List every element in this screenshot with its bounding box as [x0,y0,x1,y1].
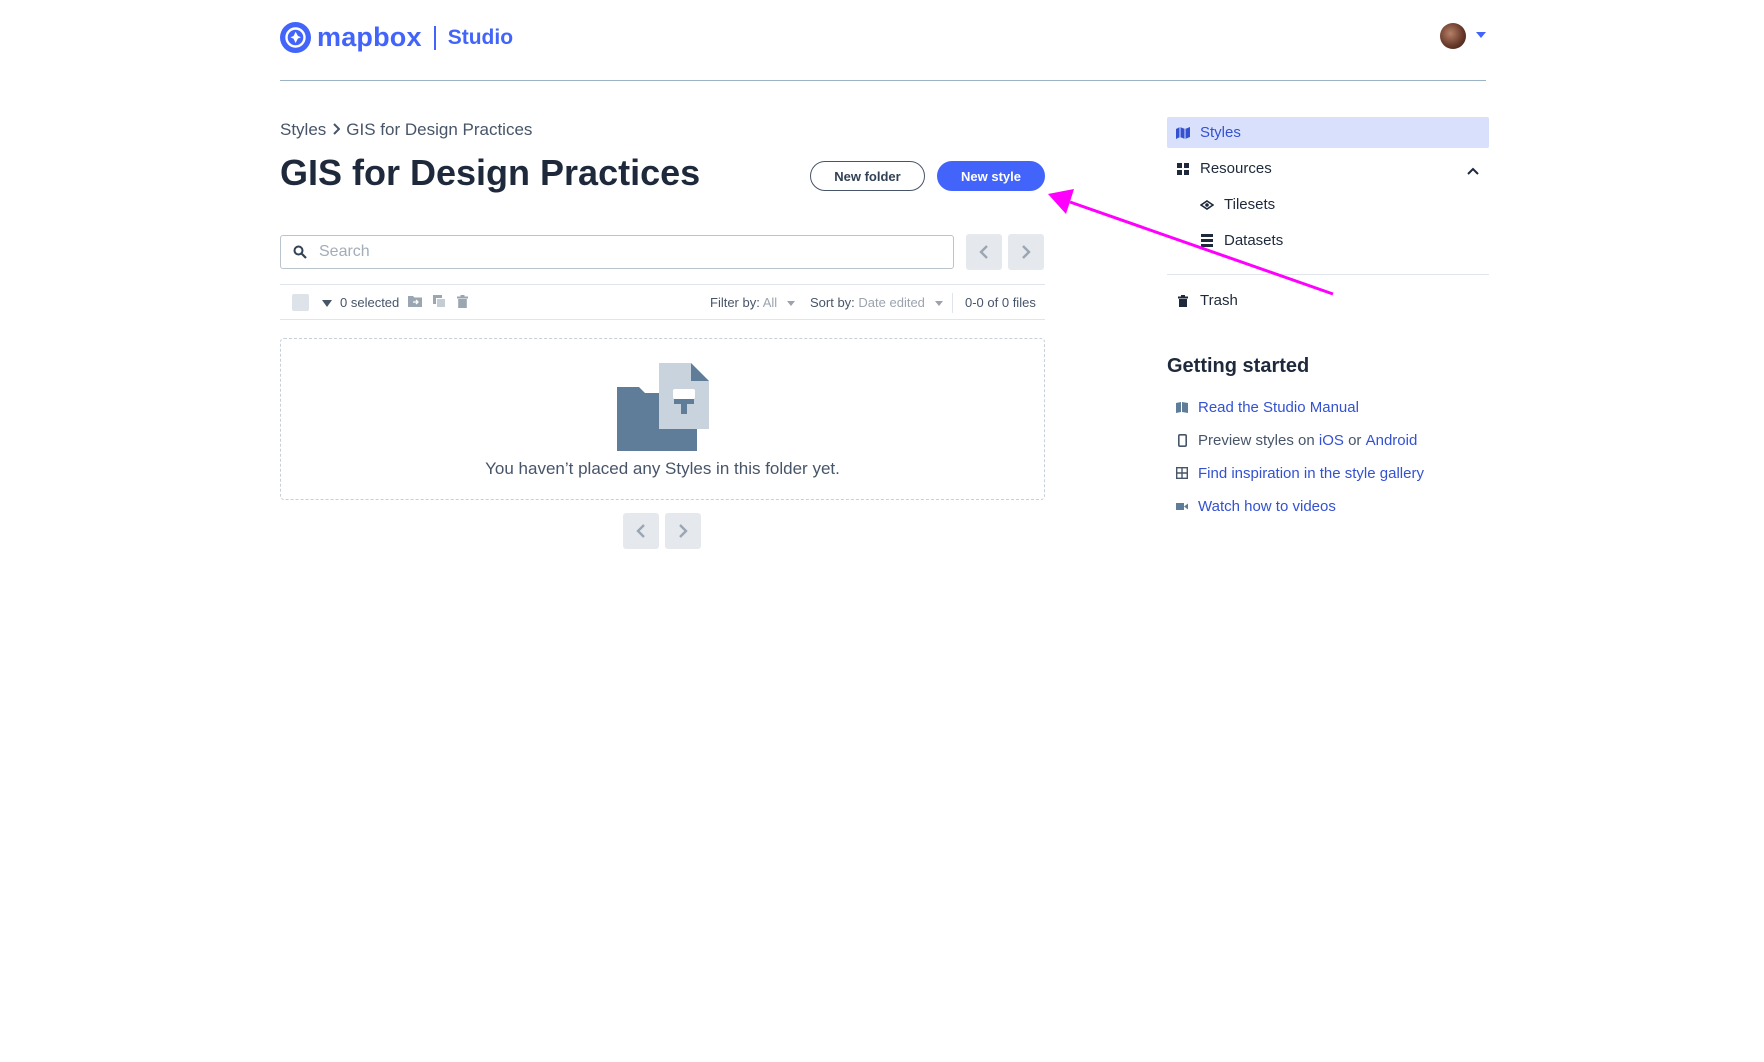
breadcrumb: Styles GIS for Design Practices [280,120,532,140]
mapbox-logo-icon [280,22,311,53]
gallery-grid-icon [1176,467,1188,479]
logo-wordmark: mapbox [317,22,422,52]
sidebar-item-trash[interactable]: Trash [1167,285,1489,316]
prev-page-button[interactable] [966,234,1002,270]
map-icon [1176,126,1190,140]
sidebar-item-label: Styles [1200,124,1241,141]
style-gallery-label[interactable]: Find inspiration in the style gallery [1198,465,1424,482]
book-icon [1176,401,1188,413]
how-to-videos-link[interactable]: Watch how to videos [1167,495,1336,517]
list-toolbar: 0 selected Filter by: All Sort by: Date … [280,284,1045,320]
empty-folder-icon [617,363,709,451]
sort-label: Sort by: [810,295,855,310]
studio-page: mapbox Studio Styles GIS for Design Prac… [0,0,1764,1062]
chevron-right-icon [679,524,688,538]
dataset-icon [1200,234,1214,248]
sidebar-item-label: Datasets [1224,232,1284,249]
selected-count: 0 selected [340,295,400,310]
studio-manual-label[interactable]: Read the Studio Manual [1198,399,1359,416]
filter-label: Filter by: [710,295,760,310]
new-folder-button[interactable]: New folder [810,161,925,191]
preview-or: or [1348,431,1362,449]
toolbar-divider [952,293,953,313]
bottom-next-page-button[interactable] [665,513,701,549]
breadcrumb-current: GIS for Design Practices [346,120,533,139]
sidebar-item-styles[interactable]: Styles [1167,117,1489,148]
search-box [280,235,954,269]
sort-caret-icon [934,301,943,307]
sidebar-item-datasets[interactable]: Datasets [1191,225,1489,256]
how-to-videos-label[interactable]: Watch how to videos [1198,498,1336,515]
avatar[interactable] [1440,23,1466,49]
file-count: 0-0 of 0 files [965,295,1036,310]
duplicate-icon[interactable] [433,295,446,311]
trash-icon [1176,294,1190,308]
chevron-left-icon [979,245,988,259]
grid-icon [1176,162,1190,176]
search-icon [293,245,307,259]
filter-caret-icon [786,301,795,307]
chevron-right-icon [1022,245,1031,259]
logo-separator [433,25,436,50]
empty-state: You haven’t placed any Styles in this fo… [280,338,1045,500]
bottom-prev-page-button[interactable] [623,513,659,549]
page-title: GIS for Design Practices [280,152,701,193]
preview-styles-item: Preview styles on iOS or Android [1167,429,1417,451]
mapbox-logo[interactable]: mapbox Studio [280,22,513,53]
search-input[interactable] [317,242,941,262]
chevron-left-icon [636,524,645,538]
getting-started-title: Getting started [1167,355,1310,377]
ios-link[interactable]: iOS [1319,432,1344,449]
select-all-checkbox[interactable] [292,294,309,311]
sidebar-item-tilesets[interactable]: Tilesets [1191,189,1489,220]
account-menu-caret-icon[interactable] [1476,32,1486,38]
sidebar-item-label: Tilesets [1224,196,1276,213]
tileset-icon [1200,198,1214,212]
next-page-button[interactable] [1008,234,1044,270]
sidebar-divider [1167,274,1489,275]
sort-value: Date edited [858,295,925,310]
phone-icon [1176,433,1188,447]
new-style-button[interactable]: New style [937,161,1045,191]
annotation-arrow [1048,189,1334,296]
breadcrumb-root[interactable]: Styles [280,120,326,140]
move-to-folder-icon[interactable] [408,295,422,310]
empty-state-message: You haven’t placed any Styles in this fo… [485,459,840,478]
chevron-up-icon[interactable] [1467,162,1479,179]
top-header: mapbox Studio [280,18,1486,81]
select-menu-caret-icon[interactable] [322,300,332,307]
filter-value: All [762,295,778,310]
preview-prefix: Preview styles on [1198,431,1315,449]
sidebar-item-label: Resources [1200,160,1272,177]
trash-icon[interactable] [457,295,468,311]
product-name: Studio [447,25,514,49]
android-link[interactable]: Android [1366,432,1418,449]
sidebar-item-label: Trash [1200,292,1238,309]
chevron-right-icon [332,122,341,138]
filter-dropdown[interactable]: Filter by: All [710,295,795,310]
style-gallery-link[interactable]: Find inspiration in the style gallery [1167,462,1424,484]
sort-dropdown[interactable]: Sort by: Date edited [810,295,943,310]
video-camera-icon [1176,500,1188,512]
sidebar-item-resources[interactable]: Resources [1167,153,1489,184]
studio-manual-link[interactable]: Read the Studio Manual [1167,396,1359,418]
